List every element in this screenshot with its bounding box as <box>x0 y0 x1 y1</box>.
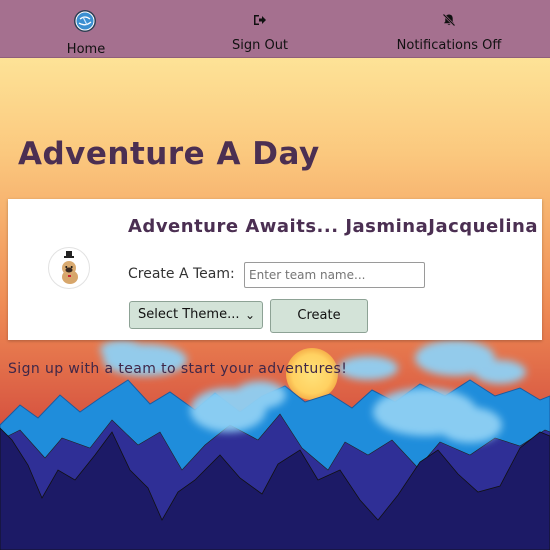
nav-sign-out-link[interactable]: Sign Out <box>220 0 300 57</box>
create-team-label: Create A Team: <box>128 266 235 282</box>
nav-sign-out-label: Sign Out <box>231 38 289 53</box>
team-name-input[interactable] <box>244 262 425 288</box>
nav-home-link[interactable]: Home <box>50 0 122 57</box>
greeting-heading: Adventure Awaits... JasminaJacquelina <box>128 216 538 237</box>
bell-off-icon <box>442 13 456 31</box>
theme-select-value: Select Theme... <box>138 307 240 322</box>
nav-notifications-toggle[interactable]: Notifications Off <box>390 0 508 57</box>
sign-out-icon <box>253 13 267 31</box>
chevron-down-icon: ⌄ <box>244 308 255 322</box>
create-team-card: Adventure Awaits... JasminaJacquelina Cr… <box>8 199 542 340</box>
signup-message: Sign up with a team to start your advent… <box>8 361 348 377</box>
page-title: Adventure A Day <box>18 136 320 172</box>
create-team-button[interactable]: Create <box>270 299 368 333</box>
nav-notifications-label: Notifications Off <box>396 38 502 53</box>
pug-avatar-icon <box>48 247 90 289</box>
globe-logo-icon <box>74 10 96 32</box>
top-navbar: Home Sign Out Notifications Off <box>0 0 550 58</box>
nav-home-label: Home <box>66 42 106 57</box>
theme-select[interactable]: Select Theme... ⌄ <box>129 301 263 329</box>
